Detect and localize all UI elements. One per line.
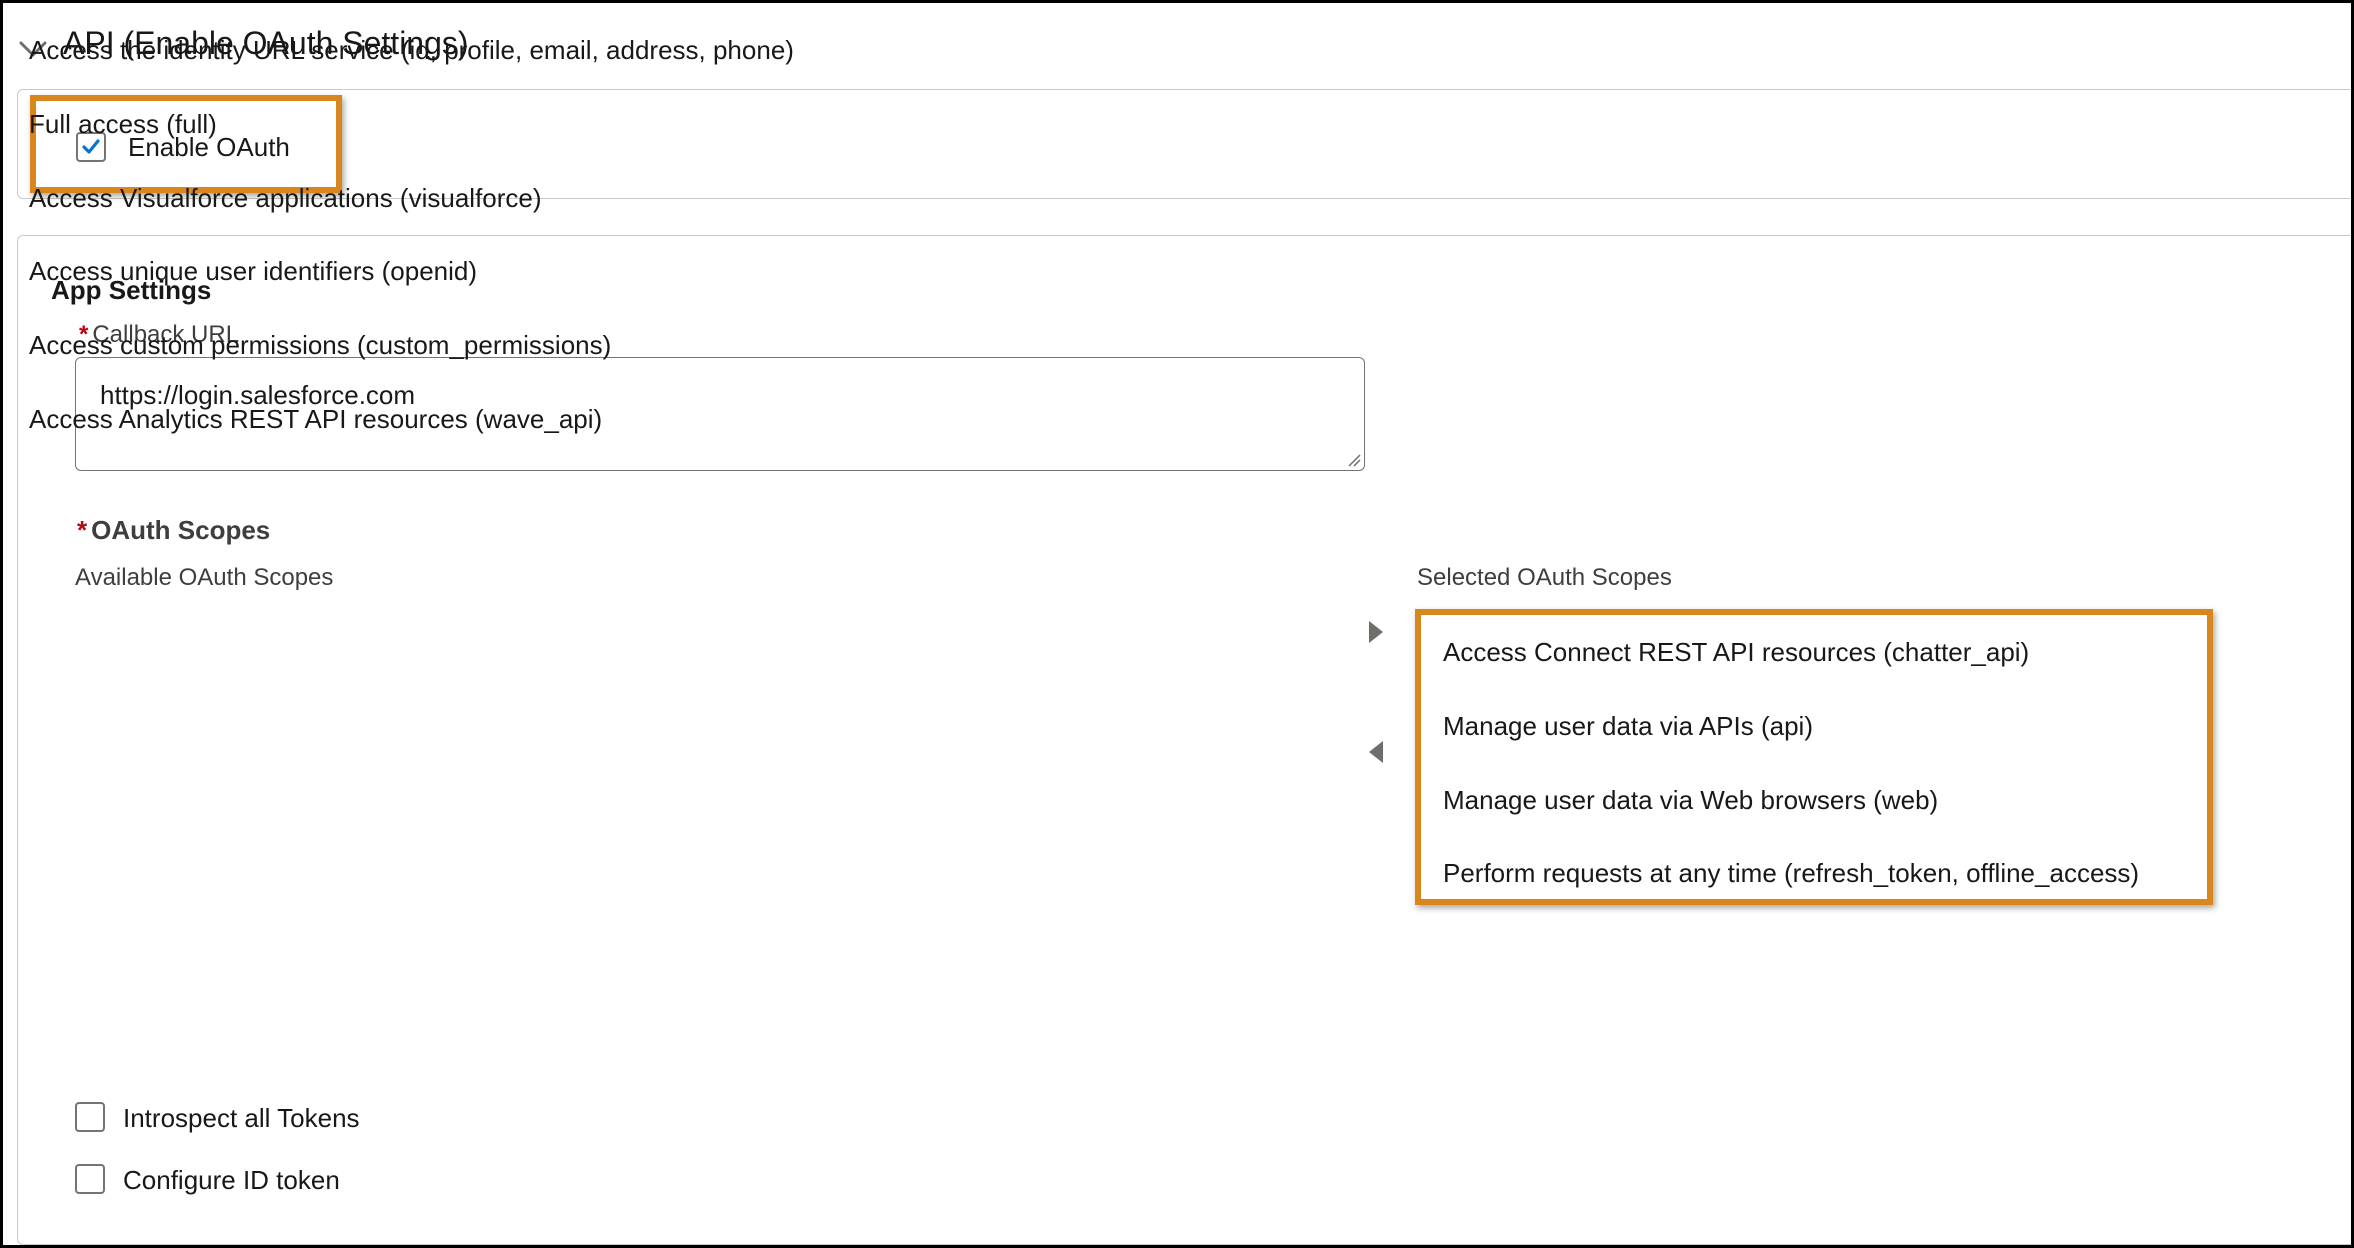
oauth-settings-frame: API (Enable OAuth Settings) Enable OAuth…	[0, 0, 2354, 1248]
triangle-right-icon	[1369, 621, 1383, 643]
selected-scopes-highlight: Access Connect REST API resources (chatt…	[1415, 609, 2213, 905]
available-scope-option[interactable]: Access custom permissions (custom_permis…	[29, 330, 611, 361]
introspect-tokens-checkbox[interactable]	[75, 1102, 105, 1132]
available-scope-option[interactable]: Access unique user identifiers (openid)	[29, 256, 477, 287]
selected-scope-option[interactable]: Manage user data via APIs (api)	[1443, 711, 1813, 742]
checkmark-icon	[82, 139, 100, 154]
resize-handle-icon[interactable]	[1346, 452, 1362, 468]
move-left-button[interactable]	[1361, 737, 1391, 767]
available-scopes-label: Available OAuth Scopes	[75, 564, 334, 591]
oauth-scopes-label-text: OAuth Scopes	[91, 515, 271, 545]
available-scope-option[interactable]: Full access (full)	[29, 109, 217, 140]
move-right-button[interactable]	[1361, 617, 1391, 647]
configure-id-token-label: Configure ID token	[123, 1165, 340, 1195]
available-scope-option[interactable]: Access the identity URL service (id, pro…	[29, 35, 794, 66]
selected-scope-option[interactable]: Perform requests at any time (refresh_to…	[1443, 858, 2139, 889]
selected-scope-option[interactable]: Access Connect REST API resources (chatt…	[1443, 637, 2029, 668]
required-marker: *	[77, 515, 88, 545]
available-scope-option[interactable]: Access Visualforce applications (visualf…	[29, 183, 542, 214]
selected-scope-option[interactable]: Manage user data via Web browsers (web)	[1443, 785, 1938, 816]
configure-id-token-checkbox[interactable]	[75, 1164, 105, 1194]
triangle-left-icon	[1369, 741, 1383, 763]
available-scope-option[interactable]: Access Analytics REST API resources (wav…	[29, 404, 602, 435]
oauth-scopes-label: * OAuth Scopes	[77, 515, 270, 546]
selected-scopes-label: Selected OAuth Scopes	[1417, 564, 1672, 591]
introspect-tokens-label: Introspect all Tokens	[123, 1103, 360, 1133]
